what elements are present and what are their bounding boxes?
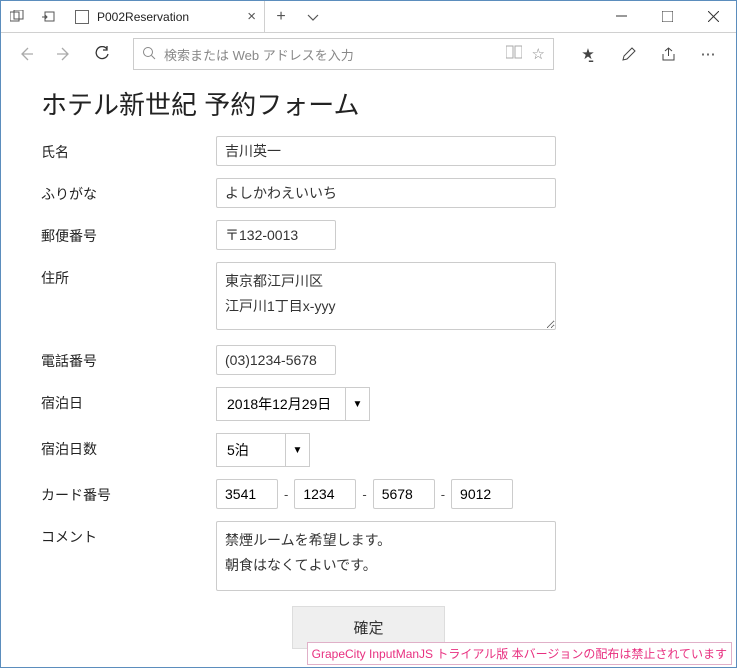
label-kana: ふりがな: [41, 178, 216, 204]
page-icon: [75, 10, 89, 24]
reader-icon[interactable]: [506, 45, 522, 63]
chevron-down-icon: ▼: [286, 433, 310, 467]
notes-icon[interactable]: [608, 37, 648, 71]
window-tabs-icon[interactable]: [1, 1, 33, 33]
kana-input[interactable]: [216, 178, 556, 208]
tab-title: P002Reservation: [97, 10, 189, 24]
card4-input[interactable]: [451, 479, 513, 509]
name-input[interactable]: [216, 136, 556, 166]
label-comment: コメント: [41, 521, 216, 547]
label-name: 氏名: [41, 136, 216, 162]
close-tab-icon[interactable]: ×: [247, 8, 256, 25]
label-checkin: 宿泊日: [41, 387, 216, 413]
maximize-button[interactable]: [644, 1, 690, 33]
titlebar-left: P002Reservation × +: [1, 1, 329, 32]
toolbar-icons: ★̱ ⋯: [568, 37, 728, 71]
checkin-select[interactable]: 2018年12月29日 ▼: [216, 387, 556, 421]
card1-input[interactable]: [216, 479, 278, 509]
back-button[interactable]: [9, 37, 43, 71]
window-controls: [598, 1, 736, 33]
card-row: - - -: [216, 479, 556, 509]
dash: -: [284, 487, 288, 502]
checkin-value: 2018年12月29日: [216, 387, 346, 421]
label-phone: 電話番号: [41, 345, 216, 371]
minimize-button[interactable]: [598, 1, 644, 33]
browser-tab[interactable]: P002Reservation ×: [65, 1, 265, 32]
zip-input[interactable]: [216, 220, 336, 250]
trial-footer: GrapeCity InputManJS トライアル版 本バージョンの配布は禁止…: [307, 642, 732, 665]
url-placeholder: 検索または Web アドレスを入力: [164, 45, 496, 64]
label-zip: 郵便番号: [41, 220, 216, 246]
dash: -: [441, 487, 445, 502]
forward-button[interactable]: [47, 37, 81, 71]
label-card: カード番号: [41, 479, 216, 505]
address-input[interactable]: [216, 262, 556, 330]
comment-input[interactable]: [216, 521, 556, 591]
card3-input[interactable]: [373, 479, 435, 509]
more-icon[interactable]: ⋯: [688, 37, 728, 71]
url-bar[interactable]: 検索または Web アドレスを入力 ☆: [133, 38, 554, 70]
card2-input[interactable]: [294, 479, 356, 509]
phone-input[interactable]: [216, 345, 336, 375]
dash: -: [362, 487, 366, 502]
title-bar: P002Reservation × +: [1, 1, 736, 33]
page-title: ホテル新世紀 予約フォーム: [41, 85, 696, 122]
tab-chevron-icon[interactable]: [297, 11, 329, 23]
search-icon: [142, 46, 156, 63]
chevron-down-icon: ▼: [346, 387, 370, 421]
nights-select[interactable]: 5泊 ▼: [216, 433, 556, 467]
set-aside-icon[interactable]: [33, 1, 65, 33]
label-nights: 宿泊日数: [41, 433, 216, 459]
browser-toolbar: 検索または Web アドレスを入力 ☆ ★̱ ⋯: [1, 33, 736, 75]
nights-value: 5泊: [216, 433, 286, 467]
favorites-icon[interactable]: ★̱: [568, 37, 608, 71]
close-window-button[interactable]: [690, 1, 736, 33]
refresh-button[interactable]: [85, 37, 119, 71]
favorite-star-icon[interactable]: ☆: [532, 45, 545, 63]
share-icon[interactable]: [648, 37, 688, 71]
label-address: 住所: [41, 262, 216, 288]
page-content: ホテル新世紀 予約フォーム 氏名 ふりがな 郵便番号 住所 電話番号 宿泊日 2…: [1, 75, 736, 649]
new-tab-button[interactable]: +: [265, 8, 297, 26]
